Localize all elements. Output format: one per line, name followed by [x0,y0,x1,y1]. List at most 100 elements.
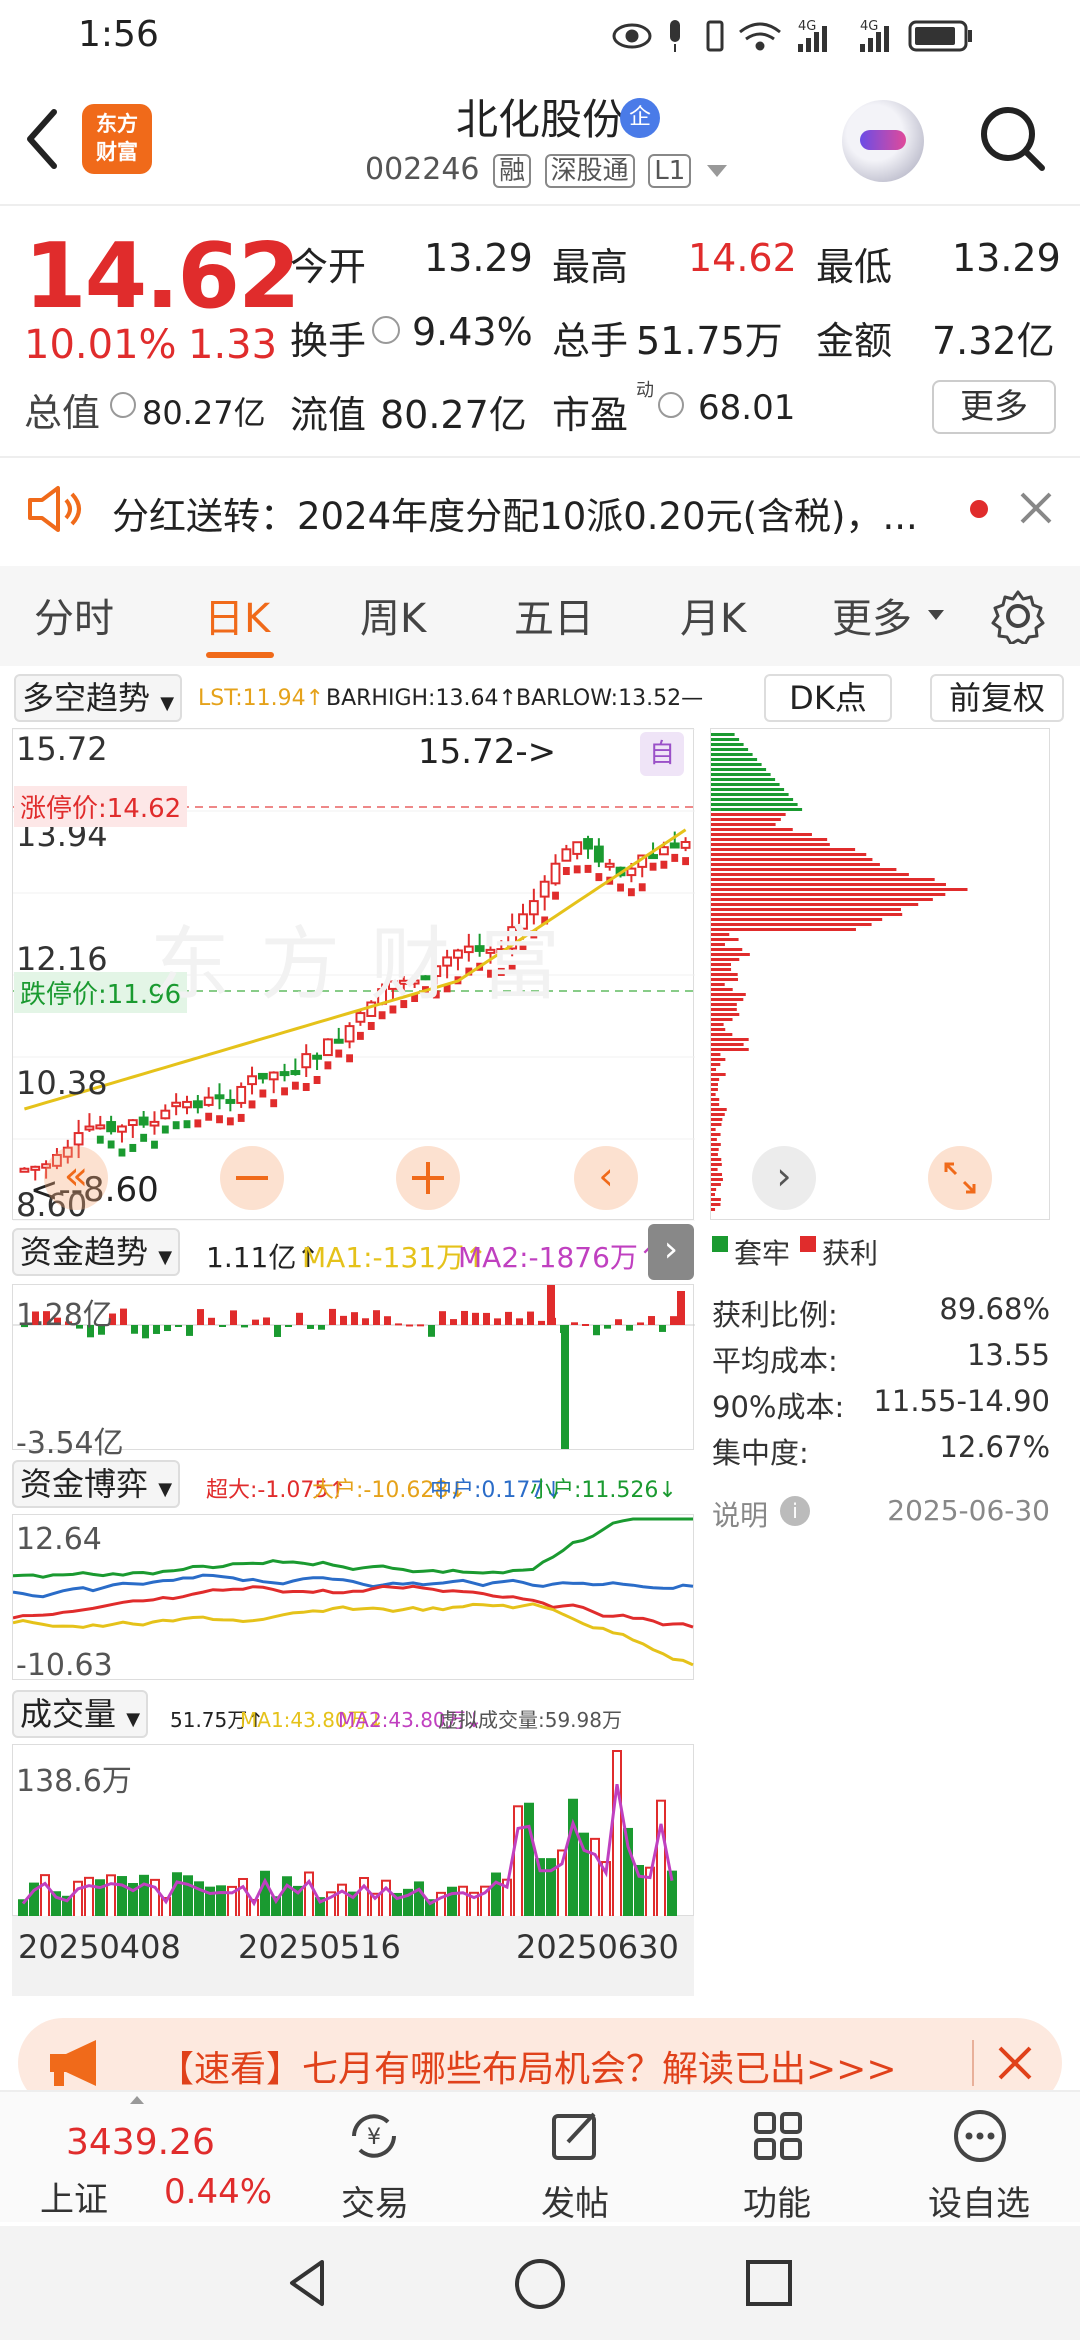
nav-add-watchlist[interactable]: 设自选 [904,2176,1054,2225]
last-price: 14.62 [24,224,301,329]
index-expand-caret-icon [130,2096,144,2104]
fund-bar [406,1324,413,1327]
chip-bar [711,1108,727,1111]
chip-bar [711,1193,716,1196]
lst-value: LST:11.94↑ [198,686,325,711]
chip-info-label: 集中度: [712,1436,809,1470]
pe-info-icon[interactable] [658,392,684,418]
volume-dropdown[interactable]: 成交量 ▼ [12,1690,149,1738]
fund-bar [659,1325,666,1332]
fund-trend-dropdown[interactable]: 资金趋势 ▼ [12,1228,181,1276]
fund-bar [230,1310,237,1325]
system-home-icon[interactable] [512,2256,568,2312]
fund-bar [582,1323,589,1326]
candle-body [117,1125,127,1133]
chip-bar [711,913,903,916]
robot-avatar[interactable] [842,100,924,182]
chip-bar [711,908,901,911]
caret-down-icon: ▼ [158,1479,173,1500]
info-icon[interactable]: i [780,1496,810,1526]
wifi-icon [739,22,781,51]
more-quote-button[interactable]: 更多 [932,380,1056,434]
stock-code-row[interactable]: 002246 融 深股通 L1 [365,152,727,192]
tab-monthly-k[interactable]: 月K [680,586,746,644]
field-amount-value: 7.32亿 [932,319,1055,363]
chip-bar [711,763,762,766]
index-percent: 0.44% [164,2172,273,2212]
candle-body [290,1070,301,1076]
indicator-dropdown[interactable]: 多空趋势 ▼ [14,674,183,722]
chip-note-label[interactable]: 说明 [712,1494,768,1534]
fund-game-y-top: 12.64 [16,1522,102,1557]
dk-point-button[interactable]: DK点 [764,674,892,722]
fund-game-y-bottom: -10.63 [16,1648,113,1683]
more-dots-icon [954,2110,1006,2162]
tab-more[interactable]: 更多 [832,586,912,644]
chip-bar [711,983,725,986]
scroll-left-icon[interactable]: ‹ [574,1146,638,1210]
volume-bar [524,1802,534,1918]
chip-bar [711,798,794,801]
dk-marker [118,1148,126,1157]
dk-marker [649,862,657,871]
adjust-button[interactable]: 前复权 [930,674,1064,722]
close-icon[interactable] [1016,488,1056,528]
tab-daily-k[interactable]: 日K [204,586,270,644]
chip-distribution-chart[interactable] [710,728,1050,1220]
fund-bar [307,1325,314,1329]
dk-marker [248,1100,256,1109]
chip-bar [711,978,739,981]
expand-right-icon[interactable]: › [648,1224,694,1280]
stock-code: 002246 [365,152,480,187]
volume-bar [612,1750,622,1918]
chip-bar [711,1088,718,1091]
close-icon[interactable] [994,2042,1036,2084]
status-time: 1:56 [78,14,159,55]
candle-body [171,1101,182,1108]
chip-bar [711,1138,717,1141]
auto-tag[interactable]: 自 [640,732,684,776]
chip-bar [711,1008,737,1011]
announcement-bar[interactable]: 分红送转：2024年度分配10派0.20元(含税)，... [0,458,1080,558]
fund-game-svg [12,1517,694,1667]
chip-bar [711,1148,719,1151]
tab-weekly-k[interactable]: 周K [360,586,426,644]
fund-game-dropdown[interactable]: 资金博弈 ▼ [12,1460,181,1508]
scroll-left-fast-icon[interactable]: « [44,1146,108,1210]
announcement-text: 分红送转：2024年度分配10派0.20元(含税)，... [112,495,918,538]
system-recents-icon[interactable] [744,2258,794,2308]
tab-five-day[interactable]: 五日 [514,586,594,644]
dk-marker [237,1113,245,1122]
chip-bar [711,803,798,806]
fund-game-chart[interactable] [12,1514,694,1680]
index-value[interactable]: 3439.26 [66,2122,215,2163]
info-dots-icon[interactable] [372,316,400,344]
tag-connect: 深股通 [544,154,635,188]
fund-game-line [12,1602,694,1667]
zoom-in-button[interactable] [396,1146,460,1210]
nav-functions[interactable]: 功能 [702,2176,852,2225]
field-pe-value: 68.01 [698,388,796,428]
zoom-out-button[interactable] [220,1146,284,1210]
legend-profit-swatch [800,1236,816,1252]
fund-bar [417,1324,424,1327]
nav-post[interactable]: 发帖 [500,2176,650,2225]
vibrate-icon [706,20,724,52]
system-back-icon[interactable] [282,2256,336,2310]
search-icon[interactable] [976,102,1048,174]
fund-bar [395,1323,402,1326]
chip-bar [711,963,732,966]
fund-bar [351,1312,358,1325]
fund-bar [648,1316,655,1325]
mktcap-info-icon[interactable] [110,392,136,418]
chip-info-value: 13.55 [966,1338,1050,1372]
fund-bar [494,1318,501,1325]
tab-intraday[interactable]: 分时 [34,586,114,644]
limit-up-label: 涨停价:14.62 [14,786,188,827]
nav-trade[interactable]: 交易 [300,2176,450,2225]
gear-icon[interactable] [990,588,1046,644]
fund-bar [450,1319,457,1325]
tag-level: L1 [648,154,692,188]
chip-bar [711,1018,733,1021]
candle-body [561,848,572,862]
